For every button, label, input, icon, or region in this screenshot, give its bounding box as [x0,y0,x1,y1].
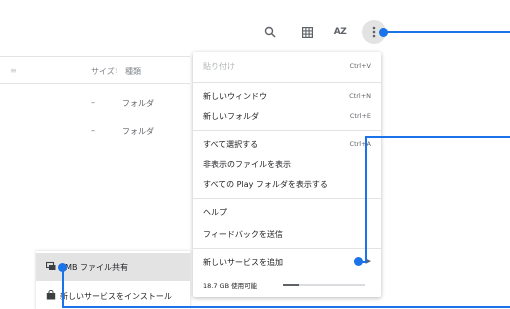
root-item-label: 新しいサービスをインストール [60,292,172,301]
shopping-bag-icon [46,290,56,300]
search-icon[interactable] [260,22,280,42]
toolbar: AZ [0,0,510,56]
annotation-line [62,306,510,308]
menu-item-label: フィードバックを送信 [203,230,283,239]
menu-item-send-feedback[interactable]: フィードバックを送信 [193,224,381,244]
sort-label: AZ [333,27,347,37]
file-type: フォルダ [122,127,154,136]
menu-item-shortcut: Ctrl+E [349,112,371,120]
menu-item-help[interactable]: ヘルプ [193,202,381,222]
menu-item-paste[interactable]: 貼り付け Ctrl+V [193,56,381,76]
annotation-line [384,31,510,33]
file-list-header: ≡ サイズ ⁞ 種類 [0,56,190,84]
menu-item-label: 貼り付け [203,62,235,71]
column-size[interactable]: サイズ [91,66,115,77]
file-size: – [91,98,95,107]
column-separator-icon: ⁞ [115,66,118,75]
column-type[interactable]: 種類 [125,66,141,77]
menu-item-add-service[interactable]: 新しいサービスを追加 ▶ [193,252,381,272]
menu-item-new-window[interactable]: 新しいウィンドウ Ctrl+N [193,86,381,106]
storage-bar-fill [283,284,300,286]
annotation-line [62,267,64,308]
smb-share-icon [46,261,56,270]
menu-item-select-all[interactable]: すべて選択する Ctrl+A [193,134,381,154]
annotation-line [365,136,510,138]
panel-divider [36,280,190,281]
menu-item-label: 新しいウィンドウ [203,92,267,101]
menu-item-show-play-folders[interactable]: すべての Play フォルダを表示する [193,174,381,194]
menu-divider [193,130,381,131]
table-row[interactable]: – フォルダ [0,88,190,116]
menu-item-label: ヘルプ [203,208,227,217]
menu-item-label: すべて選択する [203,140,259,149]
roots-panel: SMB ファイル共有 新しいサービスをインストール [36,251,190,309]
grid-view-icon[interactable] [297,22,317,42]
sort-button[interactable]: AZ [330,22,350,42]
menu-item-label: 新しいサービスを追加 [203,258,283,267]
menu-item-label: 非表示のファイルを表示 [203,160,291,169]
annotation-line [365,136,367,263]
menu-item-show-hidden[interactable]: 非表示のファイルを表示 [193,154,381,174]
storage-indicator: 18.7 GB 使用可能 [193,274,381,294]
menu-divider [193,82,381,83]
file-size: – [91,126,95,135]
drag-handle-icon: ≡ [10,66,17,75]
menu-item-shortcut: Ctrl+N [349,92,371,100]
storage-label: 18.7 GB 使用可能 [203,282,258,290]
menu-item-label: すべての Play フォルダを表示する [203,180,328,189]
overflow-menu: 貼り付け Ctrl+V 新しいウィンドウ Ctrl+N 新しいフォルダ Ctrl… [193,52,381,297]
menu-divider [193,248,381,249]
storage-bar [283,284,365,286]
table-row[interactable]: – フォルダ [0,116,190,144]
menu-item-shortcut: Ctrl+V [349,62,371,70]
root-item-label: SMB ファイル共有 [60,263,129,272]
root-item-install-service[interactable]: 新しいサービスをインストール [36,282,190,309]
menu-item-label: 新しいフォルダ [203,112,259,121]
file-type: フォルダ [122,99,154,108]
menu-divider [193,198,381,199]
menu-item-shortcut: Ctrl+A [349,140,371,148]
menu-item-new-folder[interactable]: 新しいフォルダ Ctrl+E [193,106,381,126]
